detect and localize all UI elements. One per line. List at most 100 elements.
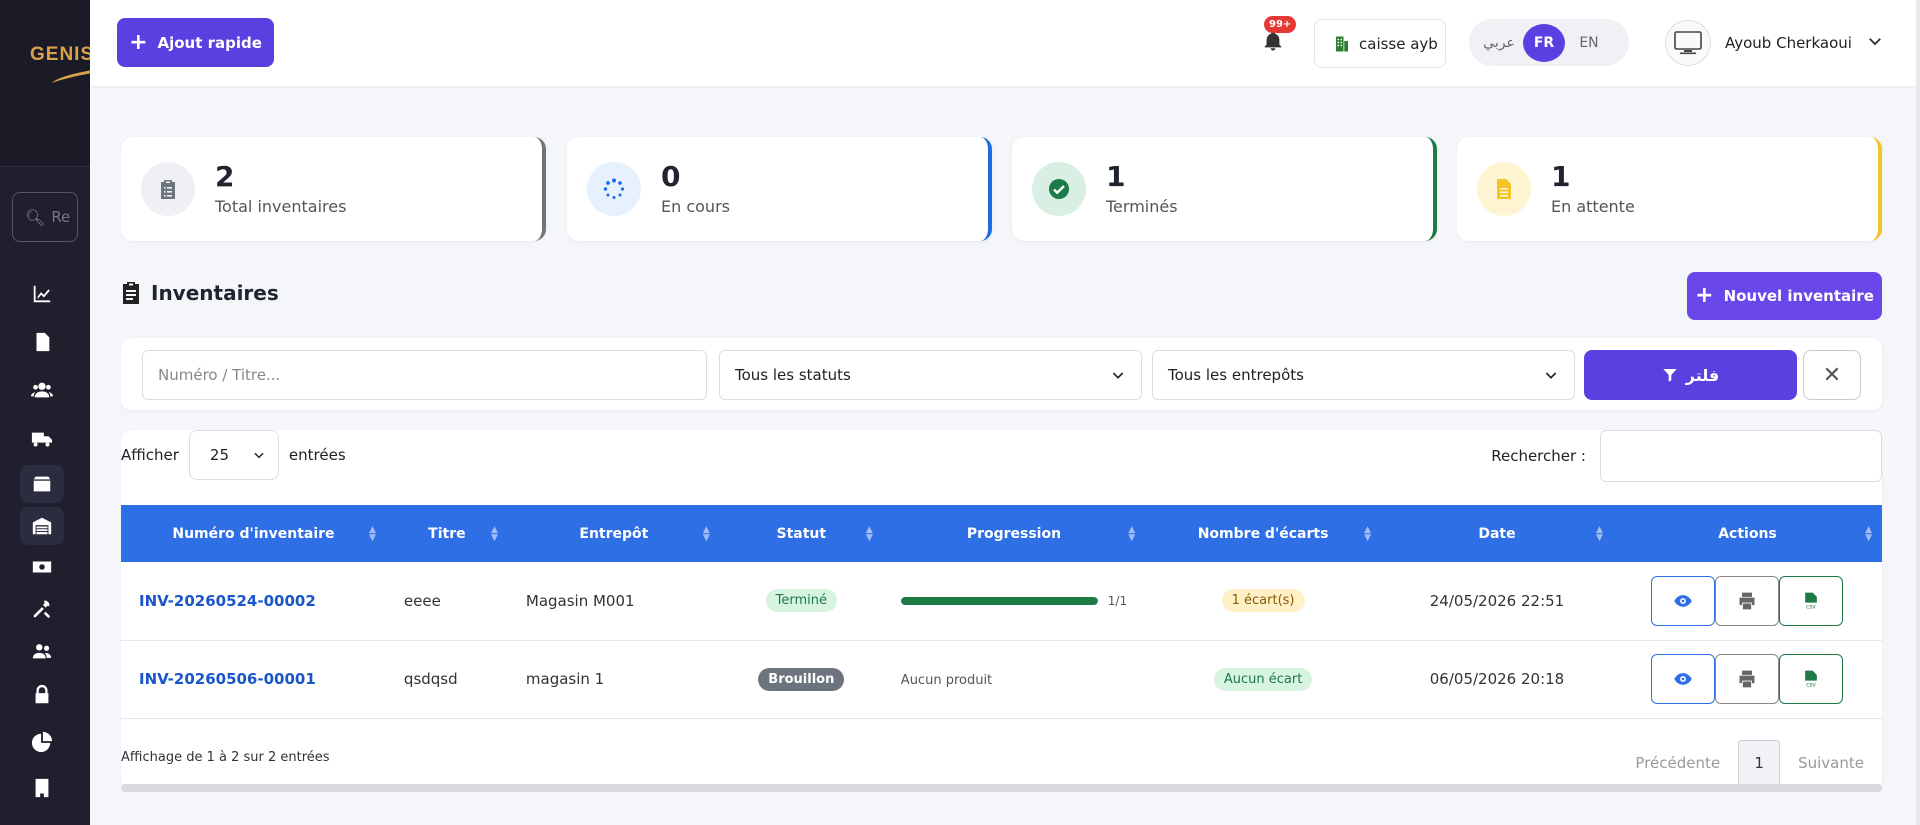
cell-warehouse: Magasin M001 (525, 591, 635, 610)
column-header[interactable]: Nombre d'écarts ▲ ▼ (1145, 505, 1381, 562)
pagination-next[interactable]: Suivante (1780, 754, 1882, 772)
sidebar-item-products[interactable] (20, 465, 64, 503)
brand-swoosh (51, 65, 90, 89)
file-alt-icon (1497, 179, 1511, 199)
notification-count-badge: 99+ (1264, 16, 1297, 33)
sort-icon: ▲ ▼ (1596, 524, 1603, 543)
progress-fill (900, 596, 1098, 605)
horizontal-scrollbar[interactable] (121, 784, 1882, 792)
sidebar-item-delivery[interactable] (20, 420, 64, 458)
stat-label: Total inventaires (215, 196, 347, 216)
progress-text: Aucun produit (900, 673, 993, 688)
page-title: Inventaires (121, 281, 279, 305)
clipboard-icon (123, 282, 139, 304)
chevron-down-icon (1545, 372, 1557, 379)
file-csv-icon: csv (1805, 670, 1818, 689)
cell-title: eeee (403, 591, 441, 610)
filter-button[interactable]: فلتر (1584, 350, 1797, 400)
print-icon (1739, 670, 1755, 688)
svg-text:csv: csv (1807, 604, 1817, 610)
pagination-current-page[interactable]: 1 (1738, 740, 1781, 786)
stat-value: 2 (215, 160, 235, 194)
export-csv-button[interactable]: csv (1779, 575, 1844, 626)
file-csv-icon: csv (1805, 592, 1818, 610)
search-icon: 🔍︎ (25, 207, 46, 227)
chevron-down-icon (1866, 32, 1884, 54)
print-button[interactable] (1715, 575, 1780, 626)
avatar (1665, 20, 1711, 66)
stat-icon-wrap (1032, 162, 1086, 216)
pagination: Précédente 1 Suivante (1617, 740, 1882, 786)
sidebar-item-users[interactable] (20, 632, 64, 670)
sort-icon: ▲ ▼ (369, 524, 376, 543)
chevron-down-icon (1112, 372, 1124, 379)
user-group-icon (32, 644, 52, 659)
page-scrollbar[interactable] (1916, 0, 1920, 825)
show-label: Afficher (121, 446, 179, 464)
spinner-icon (603, 178, 625, 199)
quick-add-button[interactable]: + Ajout rapide (117, 18, 274, 67)
export-csv-button[interactable]: csv (1779, 654, 1844, 704)
pagination-previous[interactable]: Précédente (1617, 754, 1738, 772)
column-header[interactable]: Date ▲ ▼ (1381, 505, 1613, 562)
cell-date: 24/05/2026 22:51 (1429, 591, 1565, 610)
cash-register-selector[interactable]: caisse ayb (1314, 19, 1446, 68)
cell-warehouse: magasin 1 (525, 670, 605, 688)
svg-text:csv: csv (1807, 683, 1817, 689)
inventory-number-link[interactable]: INV-20260524-00002 (121, 562, 386, 640)
stat-value: 1 (1551, 160, 1571, 194)
sidebar-item-company[interactable] (20, 769, 64, 807)
sidebar-item-warehouse[interactable] (20, 507, 64, 545)
page-length-select[interactable]: 25 (188, 430, 279, 480)
status-badge: Brouillon (758, 667, 845, 691)
sidebar-item-security[interactable] (20, 676, 64, 714)
column-header[interactable]: Titre ▲ ▼ (386, 505, 508, 562)
sort-icon: ▲ ▼ (1865, 524, 1872, 543)
language-option-fr[interactable]: FR (1523, 23, 1565, 62)
table-search-input[interactable] (1600, 430, 1882, 482)
filter-icon (1663, 369, 1677, 382)
eye-icon (1674, 594, 1693, 607)
notifications-button[interactable]: 99+ (1262, 16, 1297, 54)
column-header[interactable]: Actions ▲ ▼ (1613, 505, 1882, 562)
language-option-ar[interactable]: عربي (1475, 24, 1523, 62)
stat-icon-wrap (587, 162, 641, 216)
column-header[interactable]: Entrepôt ▲ ▼ (508, 505, 720, 562)
user-menu[interactable]: Ayoub Cherkaoui (1665, 18, 1884, 68)
warehouse-select[interactable]: Tous les entrepôts (1152, 350, 1575, 400)
stat-label: Terminés (1106, 196, 1178, 216)
chart-line-icon (33, 285, 51, 303)
new-inventory-label: Nouvel inventaire (1723, 287, 1874, 305)
users-icon (31, 382, 53, 398)
sidebar-item-tools[interactable] (20, 590, 64, 628)
view-button[interactable] (1651, 654, 1716, 704)
status-select-value: Tous les statuts (735, 366, 851, 384)
inventory-number-link[interactable]: INV-20260506-00001 (121, 640, 386, 718)
sidebar-search-placeholder: Re (51, 208, 71, 226)
discrepancy-badge: Aucun écart (1213, 667, 1313, 691)
sidebar-item-finance[interactable] (20, 548, 64, 586)
view-button[interactable] (1651, 575, 1716, 626)
stat-icon-wrap (141, 162, 195, 216)
table-info: Affichage de 1 à 2 sur 2 entrées (121, 750, 330, 765)
search-number-title-input[interactable]: Numéro / Titre... (142, 350, 707, 400)
pie-chart-icon (31, 731, 53, 753)
sidebar-search-input[interactable]: 🔍︎ Re (12, 192, 78, 242)
column-header[interactable]: Numéro d'inventaire ▲ ▼ (121, 505, 386, 562)
sidebar-item-dashboard[interactable] (20, 275, 64, 313)
new-inventory-button[interactable]: + Nouvel inventaire (1687, 272, 1882, 320)
sort-icon: ▲ ▼ (1128, 524, 1136, 543)
column-header[interactable]: Progression ▲ ▼ (883, 505, 1145, 562)
language-option-en[interactable]: EN (1565, 24, 1613, 62)
sidebar-item-documents[interactable] (20, 323, 64, 361)
sidebar-item-clients[interactable] (20, 371, 64, 409)
inventory-table-panel: Afficher 25 entrées Rechercher : Numéro … (121, 430, 1882, 790)
print-button[interactable] (1715, 654, 1780, 704)
logo[interactable]: GENIS (0, 0, 90, 167)
status-select[interactable]: Tous les statuts (719, 350, 1142, 400)
clear-filters-button[interactable]: ✕ (1803, 350, 1861, 400)
column-header[interactable]: Statut ▲ ▼ (720, 505, 883, 562)
chevron-down-icon (254, 452, 264, 459)
sidebar-item-reports[interactable] (20, 723, 64, 761)
cash-register-label: caisse ayb (1359, 34, 1438, 53)
